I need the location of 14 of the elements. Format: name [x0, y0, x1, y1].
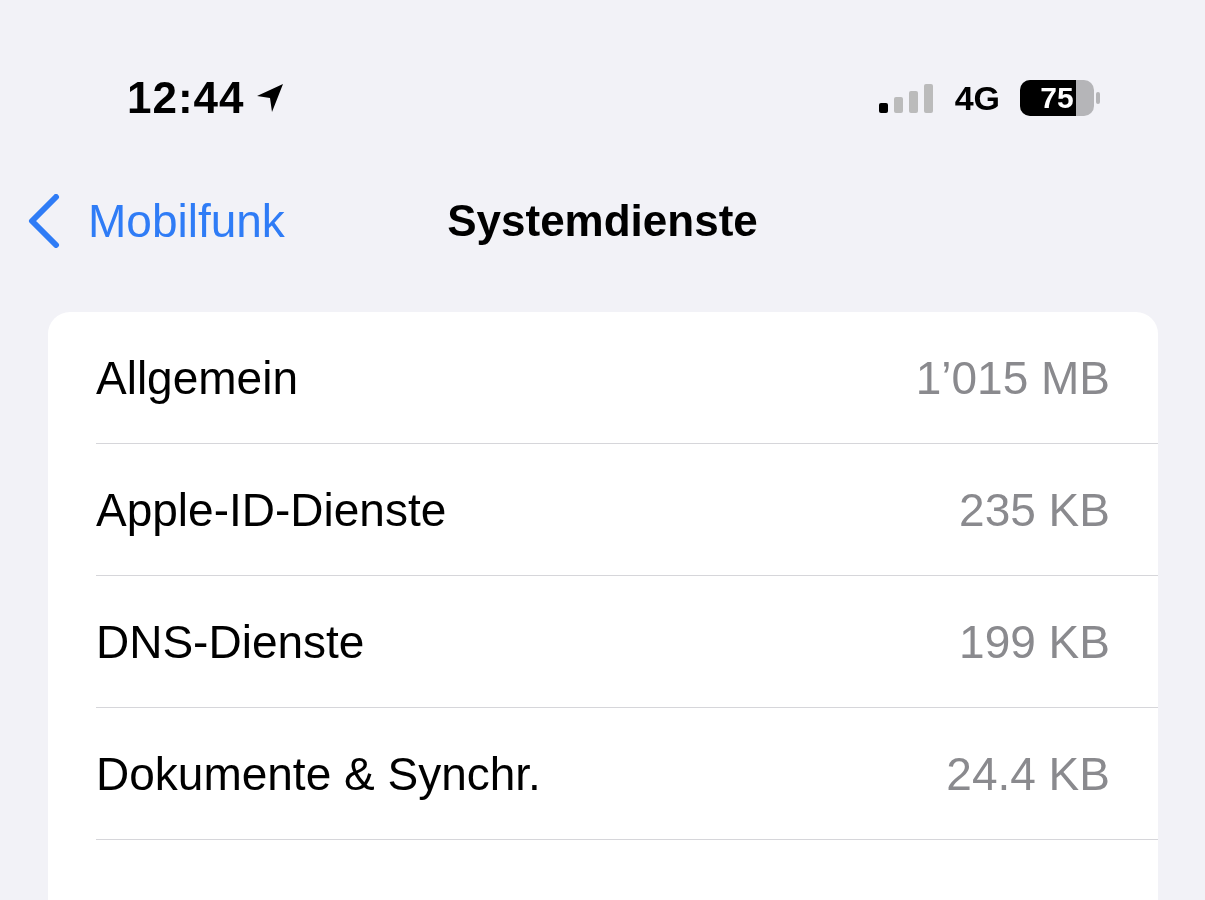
row-label: Allgemein — [96, 350, 298, 405]
row-value: 199 KB — [959, 614, 1110, 669]
signal-icon — [878, 83, 935, 113]
row-value: 24.4 KB — [946, 746, 1110, 801]
back-button[interactable]: Mobilfunk — [0, 194, 285, 248]
row-label: DNS-Dienste — [96, 614, 365, 669]
page-title: Systemdienste — [447, 196, 758, 246]
row-value: 235 KB — [959, 482, 1110, 537]
row-label: Dokumente & Synchr. — [96, 746, 541, 801]
network-type: 4G — [954, 78, 1000, 118]
row-value: 1’015 MB — [915, 350, 1110, 405]
clock-time: 12:44 — [127, 73, 245, 123]
row-label: Apple-ID-Dienste — [96, 482, 447, 537]
chevron-left-icon — [28, 194, 60, 248]
